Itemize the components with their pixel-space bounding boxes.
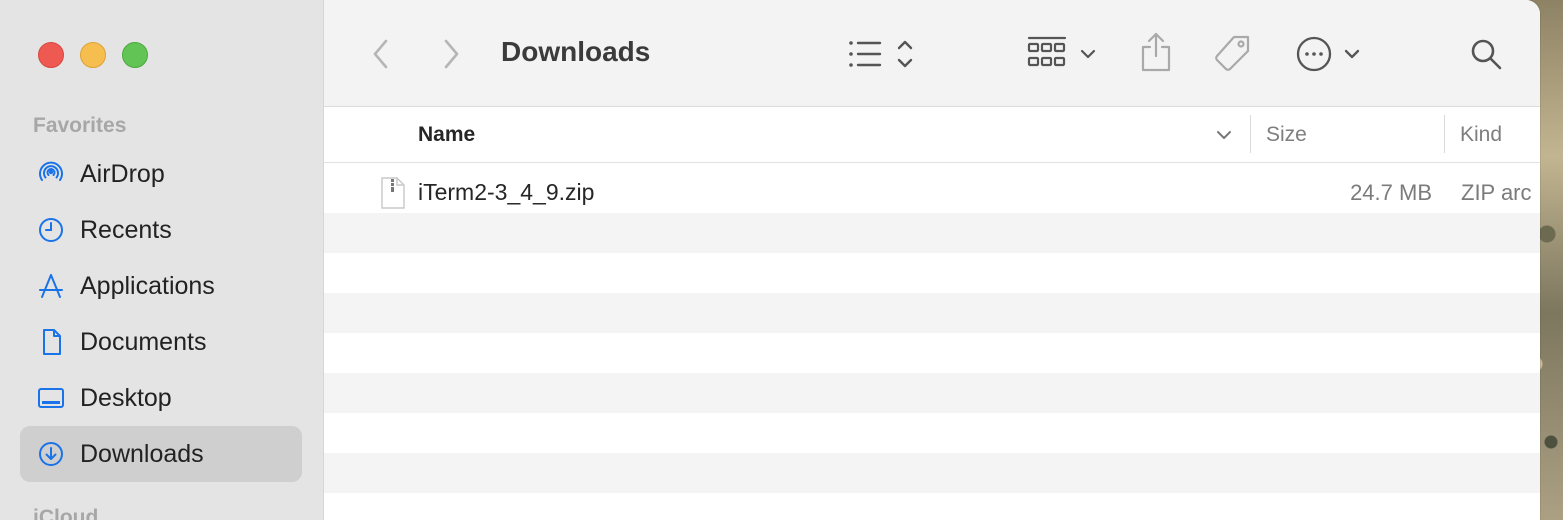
sidebar-item-label: Recents <box>80 215 172 244</box>
finder-window: Favorites AirDrop Recents Applications D… <box>0 0 1540 520</box>
sidebar-item-label: Documents <box>80 327 207 356</box>
empty-row <box>324 413 1540 453</box>
download-icon <box>36 439 66 469</box>
file-size: 24.7 MB <box>1350 180 1432 205</box>
view-options-button[interactable] <box>844 36 920 72</box>
tag-icon <box>1215 35 1250 71</box>
empty-row <box>324 333 1540 373</box>
toolbar: Downloads <box>324 0 1540 107</box>
window-controls <box>38 42 148 68</box>
sidebar-item-documents[interactable]: Documents <box>20 314 302 370</box>
empty-row <box>324 213 1540 253</box>
airdrop-icon <box>36 159 66 189</box>
file-name: iTerm2-3_4_9.zip <box>418 179 595 205</box>
back-button[interactable] <box>364 36 398 72</box>
sidebar-item-applications[interactable]: Applications <box>20 258 302 314</box>
column-header-size[interactable]: Size <box>1266 123 1307 147</box>
minimize-window-button[interactable] <box>80 42 106 68</box>
empty-row <box>324 293 1540 333</box>
tags-button[interactable] <box>1212 32 1254 76</box>
more-actions-button[interactable] <box>1296 34 1368 74</box>
zoom-window-button[interactable] <box>122 42 148 68</box>
window-title: Downloads <box>501 36 651 67</box>
empty-row <box>324 373 1540 413</box>
sidebar-item-recents[interactable]: Recents <box>20 202 302 258</box>
empty-row <box>324 453 1540 493</box>
empty-row <box>324 253 1540 293</box>
sidebar-item-label: Downloads <box>80 439 204 468</box>
forward-button[interactable] <box>434 36 468 72</box>
column-header-name[interactable]: Name <box>418 123 475 147</box>
column-divider[interactable] <box>1250 115 1251 153</box>
search-button[interactable] <box>1468 36 1504 72</box>
column-divider[interactable] <box>1444 115 1445 153</box>
column-header: Name Size Kind <box>324 107 1540 163</box>
list-view-icon <box>849 40 913 68</box>
clock-icon <box>36 215 66 245</box>
sidebar-item-label: Applications <box>80 271 215 300</box>
sort-chevron-down-icon[interactable] <box>1214 125 1234 145</box>
share-icon <box>1141 32 1171 72</box>
empty-row <box>324 493 1540 520</box>
zip-file-icon <box>380 177 406 214</box>
share-button[interactable] <box>1136 30 1176 74</box>
sidebar-item-airdrop[interactable]: AirDrop <box>20 146 302 202</box>
chevron-left-icon <box>373 39 388 69</box>
group-by-button[interactable] <box>1026 34 1096 74</box>
search-icon <box>1471 39 1502 70</box>
desktop-icon <box>36 383 66 413</box>
document-icon <box>36 327 66 357</box>
sidebar: Favorites AirDrop Recents Applications D… <box>0 0 324 520</box>
grid-view-icon <box>1027 36 1096 67</box>
chevron-right-icon <box>444 39 459 69</box>
icloud-section-title: iCloud <box>33 506 99 520</box>
sidebar-item-label: Desktop <box>80 383 172 412</box>
applications-icon <box>36 271 66 301</box>
file-kind: ZIP arc <box>1461 180 1532 205</box>
ellipsis-circle-icon <box>1296 36 1360 72</box>
file-list: iTerm2-3_4_9.zip 24.7 MB ZIP arc <box>324 163 1540 520</box>
favorites-section-title: Favorites <box>33 114 127 137</box>
favorites-list: AirDrop Recents Applications Documents D… <box>20 146 302 482</box>
sidebar-item-downloads[interactable]: Downloads <box>20 426 302 482</box>
column-header-kind[interactable]: Kind <box>1460 123 1502 147</box>
sidebar-item-desktop[interactable]: Desktop <box>20 370 302 426</box>
sidebar-item-label: AirDrop <box>80 159 165 188</box>
table-row[interactable]: iTerm2-3_4_9.zip 24.7 MB ZIP arc <box>324 163 1540 213</box>
close-window-button[interactable] <box>38 42 64 68</box>
